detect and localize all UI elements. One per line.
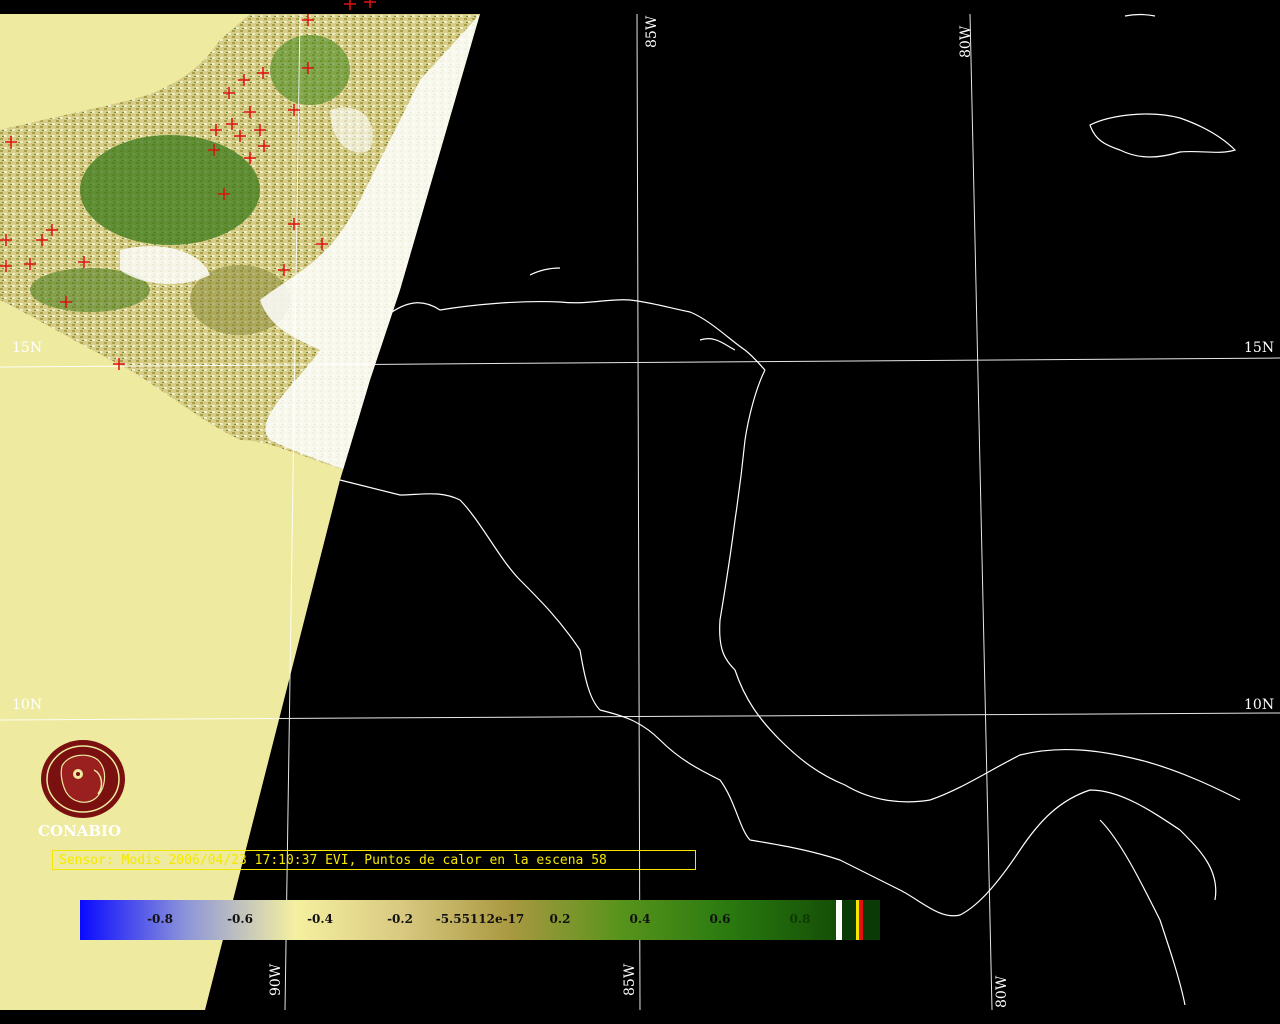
colorbar-swatch-white: [836, 900, 842, 940]
lon-label-90w-bottom: 90W: [268, 963, 284, 996]
lon-label-85w-top: 85W: [644, 15, 660, 48]
scene-caption: Sensor: Modis 2006/04/23 17:10:37 EVI, P…: [52, 850, 696, 870]
lon-label-80w-top: 80W: [958, 25, 974, 58]
colorbar-swatch-yellow: [856, 900, 859, 940]
colorbar-tick-label: 0.4: [629, 912, 651, 926]
forest-patch: [270, 35, 350, 105]
forest-patch: [80, 135, 260, 245]
colorbar-tick-label: -0.2: [387, 912, 413, 926]
colorbar-tick-label: -5.55112e-17: [435, 912, 525, 926]
lat-label-10n-right: 10N: [1244, 697, 1275, 713]
evi-colorbar: -0.8 -0.6 -0.4 -0.2 -5.55112e-17 0.2 0.4 0.6 0.8: [80, 900, 880, 940]
colorbar-swatch-red: [859, 900, 863, 940]
colorbar-tick-label: -0.6: [227, 912, 253, 926]
colorbar-tick-label: 0.8: [789, 912, 811, 926]
colorbar-tick-label: 0.6: [709, 912, 731, 926]
bottom-strip: [0, 1010, 1280, 1024]
lat-label-10n-left: 10N: [12, 697, 43, 713]
colorbar-swatch-dark: [842, 900, 856, 940]
lon-label-85w-bottom: 85W: [622, 963, 638, 996]
lon-label-80w-bottom: 80W: [994, 975, 1010, 1008]
conabio-seal-icon: [41, 740, 125, 818]
colorbar-swatch-end: [863, 900, 880, 940]
colorbar-tick-label: -0.8: [147, 912, 173, 926]
colorbar-tick-label: -0.4: [307, 912, 333, 926]
lat-label-15n-right: 15N: [1244, 340, 1275, 356]
colorbar-tick-label: 0.2: [549, 912, 571, 926]
map-canvas: [0, 0, 1280, 1024]
lat-label-15n-left: 15N: [12, 340, 43, 356]
conabio-logo-text: CONABIO: [38, 822, 122, 840]
